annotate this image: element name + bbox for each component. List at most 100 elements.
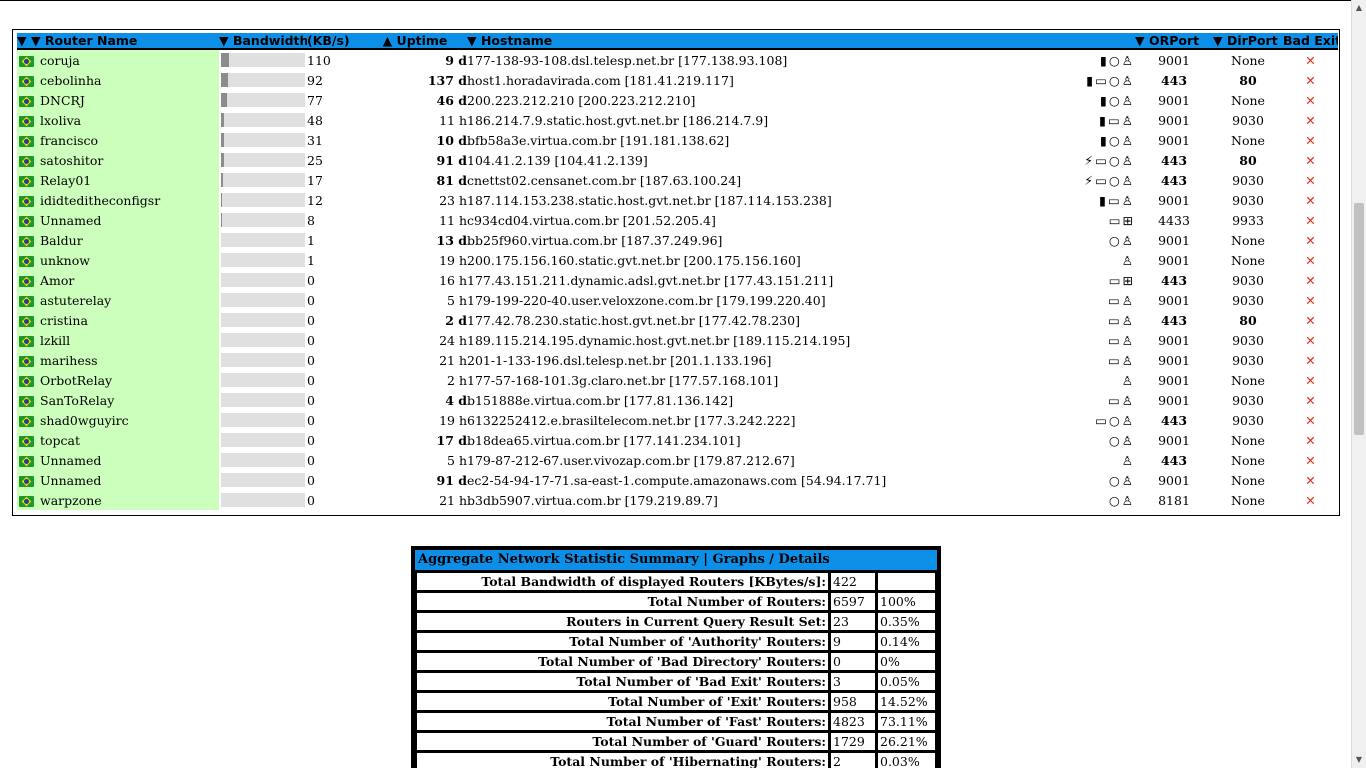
router-name-cell[interactable]: topcat (17, 430, 219, 450)
scrollbar-thumb[interactable] (1354, 203, 1364, 435)
router-name-cell[interactable]: OrbotRelay (17, 370, 219, 390)
table-row[interactable]: DNCRJ 77 46 d 200.223.212.210 [200.223.212.… (17, 90, 1338, 110)
router-name[interactable]: shad0wguyirc (40, 413, 129, 428)
router-name-cell[interactable]: SanToRelay (17, 390, 219, 410)
router-name[interactable]: cristina (40, 313, 88, 328)
down-arrow-icon[interactable]: ▼ (1352, 752, 1366, 768)
table-row[interactable]: Unnamed 0 91 d ec2-54-94-17-71.sa-east-1.co… (17, 470, 1338, 490)
router-name-cell[interactable]: francisco (17, 130, 219, 150)
header-bandwidth[interactable]: ▼ Bandwidth (219, 33, 307, 50)
dirport: 9030 (1232, 412, 1264, 428)
router-name[interactable]: lxoliva (40, 113, 81, 128)
table-row[interactable]: Relay01 17 81 d cnettst02.censanet.com.br [… (17, 170, 1338, 190)
table-row[interactable]: Unnamed 8 11 h c934cd04.virtua.com.br [201.… (17, 210, 1338, 230)
bandwidth-bar (219, 410, 307, 430)
router-name[interactable]: francisco (40, 133, 98, 148)
header-router-name[interactable]: ▼ ▼ Router Name (17, 33, 219, 50)
router-name[interactable]: ididteditheconfigsr (40, 193, 160, 208)
table-row[interactable]: cristina 0 2 d 177.42.78.230.static.host.gv… (17, 310, 1338, 330)
orport: 9001 (1158, 52, 1190, 68)
bandwidth-fill (221, 93, 227, 107)
header-hostname[interactable]: ▼ Hostname (467, 33, 895, 50)
router-name[interactable]: topcat (40, 433, 80, 448)
router-name[interactable]: warpzone (40, 493, 102, 508)
router-name-cell[interactable]: ididteditheconfigsr (17, 190, 219, 210)
router-name-cell[interactable]: lzkill (17, 330, 219, 350)
hostname: 177-138-93-108.dsl.telesp.net.br [177.13… (467, 52, 788, 68)
hostname: ec2-54-94-17-71.sa-east-1.compute.amazon… (467, 472, 887, 488)
router-name[interactable]: OrbotRelay (40, 373, 112, 388)
table-row[interactable]: warpzone 0 21 h b3db5907.virtua.com.br [179… (17, 490, 1338, 510)
router-name-cell[interactable]: Relay01 (17, 170, 219, 190)
table-row[interactable]: lzkill 0 24 h 189.115.214.195.dynamic.host.… (17, 330, 1338, 350)
router-name[interactable]: Unnamed (40, 473, 101, 488)
router-name-cell[interactable]: Amor (17, 270, 219, 290)
table-row[interactable]: lxoliva 48 11 h 186.214.7.9.static.host.gvt… (17, 110, 1338, 130)
router-name-cell[interactable]: shad0wguyirc (17, 410, 219, 430)
summary-title[interactable]: Aggregate Network Statistic Summary | Gr… (414, 549, 938, 571)
orport: 443 (1160, 152, 1188, 168)
router-name[interactable]: lzkill (40, 333, 70, 348)
uptime: 2 d (445, 312, 467, 328)
header-orport[interactable]: ▼ ORPort (1135, 33, 1213, 50)
table-row[interactable]: Amor 0 16 h 177.43.151.211.dynamic.adsl.gvt… (17, 270, 1338, 290)
router-name-cell[interactable]: lxoliva (17, 110, 219, 130)
router-name[interactable]: unknow (40, 253, 90, 268)
orport: 9001 (1158, 352, 1190, 368)
router-name-cell[interactable]: marihess (17, 350, 219, 370)
router-name[interactable]: SanToRelay (40, 393, 114, 408)
router-name-cell[interactable]: Unnamed (17, 450, 219, 470)
brazil-flag-icon (19, 95, 34, 107)
table-row[interactable]: francisco 31 10 d bfb58a3e.virtua.com.br [1… (17, 130, 1338, 150)
router-name[interactable]: Relay01 (40, 173, 91, 188)
summary-row: Total Number of 'Guard' Routers: 1729 26.2… (417, 733, 935, 750)
table-row[interactable]: marihess 0 21 h 201-1-133-196.dsl.telesp.ne… (17, 350, 1338, 370)
router-name[interactable]: satoshitor (40, 153, 103, 168)
table-row[interactable]: shad0wguyirc 0 19 h 6132252412.e.brasiltele… (17, 410, 1338, 430)
router-name[interactable]: Amor (40, 273, 74, 288)
table-row[interactable]: OrbotRelay 0 2 h 177-57-168-101.3g.claro.ne… (17, 370, 1338, 390)
table-row[interactable]: coruja 110 9 d 177-138-93-108.dsl.telesp.ne… (17, 49, 1338, 70)
router-name-cell[interactable]: Baldur (17, 230, 219, 250)
header-uptime[interactable]: ▲ Uptime (363, 33, 467, 50)
router-name-cell[interactable]: astuterelay (17, 290, 219, 310)
router-name-cell[interactable]: coruja (17, 49, 219, 70)
summary-row: Total Number of 'Bad Exit' Routers: 3 0.05… (417, 673, 935, 690)
header-bad-exit[interactable]: Bad Exit (1283, 33, 1338, 50)
summary-value: 23 (831, 613, 875, 630)
table-row[interactable]: topcat 0 17 d b18dea65.virtua.com.br [177.1… (17, 430, 1338, 450)
header-flags (895, 33, 1135, 50)
router-name[interactable]: Unnamed (40, 453, 101, 468)
vertical-scrollbar[interactable]: ▲ ▼ (1351, 0, 1366, 768)
router-name-cell[interactable]: Unnamed (17, 210, 219, 230)
router-name-cell[interactable]: warpzone (17, 490, 219, 510)
router-name[interactable]: Baldur (40, 233, 83, 248)
router-name-cell[interactable]: cebolinha (17, 70, 219, 90)
header-dirport[interactable]: ▼ DirPort (1213, 33, 1283, 50)
table-row[interactable]: Baldur 1 13 d bb25f960.virtua.com.br [187.3… (17, 230, 1338, 250)
summary-value: 6597 (831, 593, 875, 610)
router-name[interactable]: cebolinha (40, 73, 101, 88)
table-row[interactable]: unknow 1 19 h 200.175.156.160.static.gvt.ne… (17, 250, 1338, 270)
router-table: ▼ ▼ Router Name ▼ Bandwidth (KB/s) ▲ Upt… (17, 33, 1338, 510)
router-name-cell[interactable]: DNCRJ (17, 90, 219, 110)
router-name-cell[interactable]: unknow (17, 250, 219, 270)
router-name-cell[interactable]: cristina (17, 310, 219, 330)
router-name-cell[interactable]: satoshitor (17, 150, 219, 170)
table-row[interactable]: ididteditheconfigsr 12 23 h 187.114.153.238… (17, 190, 1338, 210)
bandwidth-track (221, 213, 305, 227)
table-row[interactable]: cebolinha 92 137 d host1.horadavirada.com [… (17, 70, 1338, 90)
router-name-cell[interactable]: Unnamed (17, 470, 219, 490)
table-row[interactable]: satoshitor 25 91 d 104.41.2.139 [104.41.2.1… (17, 150, 1338, 170)
router-name[interactable]: marihess (40, 353, 98, 368)
router-name[interactable]: DNCRJ (40, 93, 85, 108)
bad-exit-icon: ✕ (1305, 252, 1316, 268)
router-name[interactable]: coruja (40, 53, 80, 68)
table-row[interactable]: astuterelay 0 5 h 179-199-220-40.user.velox… (17, 290, 1338, 310)
table-row[interactable]: Unnamed 0 5 h 179-87-212-67.user.vivozap.co… (17, 450, 1338, 470)
table-row[interactable]: SanToRelay 0 4 d b151888e.virtua.com.br [17… (17, 390, 1338, 410)
dirport: 80 (1239, 72, 1257, 88)
router-name[interactable]: Unnamed (40, 213, 101, 228)
router-name[interactable]: astuterelay (40, 293, 111, 308)
up-arrow-icon[interactable]: ▲ (1352, 0, 1366, 16)
